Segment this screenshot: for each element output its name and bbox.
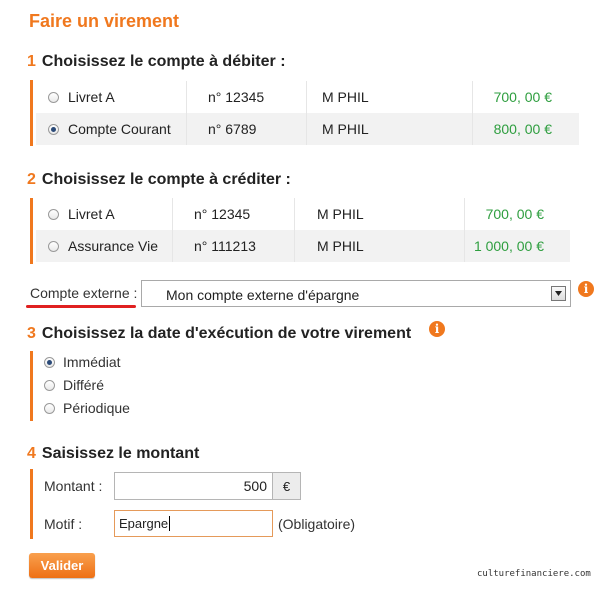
step-2-title: 2 Choisissez le compte à créditer :: [27, 171, 291, 189]
account-balance: 700, 00 €: [493, 89, 552, 105]
step-2-accent-bar: [30, 198, 33, 264]
step-1-accent-bar: [30, 80, 33, 146]
chevron-down-icon[interactable]: [551, 286, 566, 301]
date-radio[interactable]: [44, 379, 55, 391]
date-option-label: Périodique: [63, 400, 130, 416]
step-4-title: 4 Saisissez le montant: [27, 445, 199, 463]
account-number: n° 12345: [208, 89, 265, 105]
amount-label: Montant :: [44, 478, 103, 494]
step-number: 1: [27, 53, 36, 70]
amount-input[interactable]: 500: [114, 472, 273, 500]
credit-account-row[interactable]: Livret A n° 12345 M PHIL 700, 00 €: [36, 198, 570, 230]
info-icon[interactable]: i: [429, 321, 445, 337]
account-name: Livret A: [68, 206, 115, 222]
reason-input[interactable]: Epargne: [114, 510, 273, 537]
account-number: n° 6789: [208, 121, 257, 137]
account-number: n° 12345: [194, 206, 251, 222]
currency-addon: €: [273, 472, 301, 500]
date-option-periodique[interactable]: Périodique: [44, 399, 130, 417]
step-number: 4: [27, 445, 36, 462]
step-1-title: 1 Choisissez le compte à débiter :: [27, 53, 286, 71]
debit-radio-livret-a[interactable]: [48, 91, 59, 103]
step-number: 3: [27, 325, 36, 342]
step-3-title: 3 Choisissez la date d'exécution de votre…: [27, 325, 411, 343]
reason-label: Motif :: [44, 516, 83, 532]
step-label: Choisissez le compte à débiter :: [41, 53, 286, 70]
debit-radio-compte-courant[interactable]: [48, 123, 59, 135]
external-account-value: Mon compte externe d'épargne: [166, 287, 360, 303]
external-account-label: Compte externe :: [30, 285, 138, 301]
account-balance: 700, 00 €: [485, 206, 544, 222]
text-cursor: [169, 516, 171, 531]
step-label: Saisissez le montant: [41, 445, 200, 462]
account-holder: M PHIL: [322, 121, 369, 137]
account-name: Compte Courant: [68, 121, 171, 137]
reason-hint: (Obligatoire): [278, 516, 356, 532]
debit-account-row[interactable]: Livret A n° 12345 M PHIL 700, 00 €: [36, 81, 579, 113]
account-balance: 800, 00 €: [493, 121, 552, 137]
submit-button[interactable]: Valider: [29, 553, 95, 578]
date-option-differe[interactable]: Différé: [44, 376, 104, 394]
date-option-immediat[interactable]: Immédiat: [44, 353, 121, 371]
credit-account-row[interactable]: Assurance Vie n° 111213 M PHIL 1 000, 00…: [36, 230, 570, 262]
date-option-label: Immédiat: [63, 354, 121, 370]
account-name: Livret A: [68, 89, 115, 105]
credit-radio-assurance-vie[interactable]: [48, 240, 59, 252]
account-holder: M PHIL: [317, 238, 364, 254]
step-label: Choisissez le compte à créditer :: [41, 171, 291, 188]
watermark: culturefinanciere.com: [477, 569, 591, 579]
credit-radio-livret-a[interactable]: [48, 208, 59, 220]
external-account-select[interactable]: Mon compte externe d'épargne: [141, 280, 571, 307]
step-label: Choisissez la date d'exécution de votre …: [41, 325, 412, 342]
step-4-accent-bar: [30, 469, 33, 539]
reason-value: Epargne: [119, 516, 169, 531]
step-3-accent-bar: [30, 351, 33, 421]
date-radio[interactable]: [44, 402, 55, 414]
account-number: n° 111213: [194, 238, 256, 254]
date-option-label: Différé: [63, 377, 104, 393]
account-holder: M PHIL: [317, 206, 364, 222]
external-account-underline: [26, 305, 136, 308]
date-radio[interactable]: [44, 356, 55, 368]
debit-account-row[interactable]: Compte Courant n° 6789 M PHIL 800, 00 €: [36, 113, 579, 145]
step-number: 2: [27, 171, 36, 188]
account-balance: 1 000, 00 €: [473, 238, 544, 254]
page-title: Faire un virement: [29, 11, 180, 31]
account-holder: M PHIL: [322, 89, 369, 105]
account-name: Assurance Vie: [68, 238, 159, 254]
info-icon[interactable]: i: [578, 281, 594, 297]
